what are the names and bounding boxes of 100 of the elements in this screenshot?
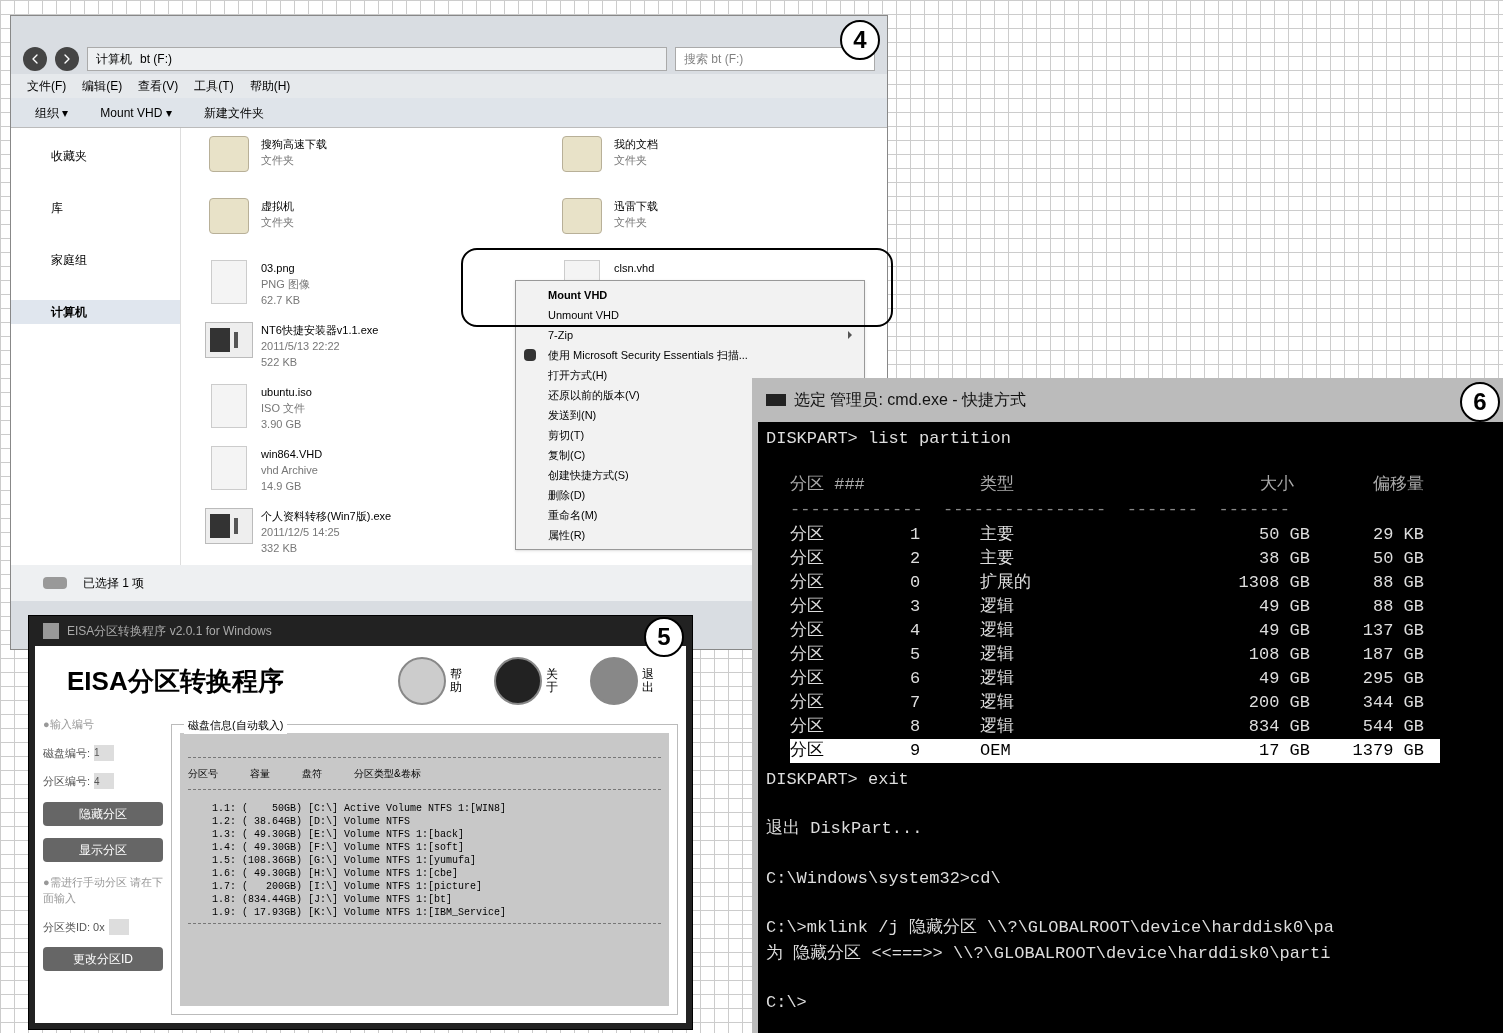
listing-line: 1.3: ( 49.30GB) [E:\] Volume NTFS 1:[back]: [211, 828, 466, 841]
file-detail: 62.7 KB: [261, 293, 302, 308]
file-name[interactable]: win864.VHD: [261, 446, 323, 462]
file-detail: 332 KB: [261, 541, 299, 556]
input-field[interactable]: 4: [94, 773, 115, 790]
search-field[interactable]: 搜索 bt (F:): [675, 47, 875, 71]
listing-line: 1.9: ( 17.93GB) [K:\] Volume NTFS 1:[IBM_Service]: [211, 906, 508, 919]
column-header: 分区 ###: [790, 473, 866, 496]
menu-item[interactable]: 帮助(H): [249, 78, 291, 94]
app-icon: [43, 623, 59, 639]
context-menu-item[interactable]: 7-Zip: [548, 329, 574, 341]
file-name[interactable]: 虚拟机: [261, 198, 294, 214]
field-label: 分区类ID: 0x: [43, 919, 105, 935]
app-heading: EISA分区转换程序: [67, 664, 285, 698]
file-name[interactable]: ubuntu.iso: [261, 384, 312, 400]
toolbar-button[interactable]: Mount VHD ▾: [100, 104, 172, 121]
file-name[interactable]: 个人资料转移(Win7版).exe: [261, 508, 392, 524]
partition-row-text: 分区 8 逻辑 834 GB 544 GB: [790, 715, 1425, 738]
partition-row-text: 分区 2 主要 38 GB 50 GB: [790, 547, 1425, 570]
context-menu-item[interactable]: 还原以前的版本(V): [548, 389, 640, 401]
file-detail: ISO 文件: [261, 401, 306, 416]
action-button[interactable]: 隐藏分区: [43, 801, 163, 826]
window-title: EISA分区转换程序 v2.0.1 for Windows: [67, 623, 272, 639]
console-line: C:\Windows\system32>cd\: [766, 867, 1002, 890]
column-header: 大小: [1259, 473, 1295, 496]
file-name[interactable]: clsn.vhd: [614, 260, 655, 276]
sidebar-item[interactable]: 计算机: [11, 300, 180, 324]
file-name[interactable]: 我的文档: [614, 136, 658, 152]
partition-row-text: 分区 1 主要 50 GB 29 KB: [790, 523, 1425, 546]
drive-icon: [43, 577, 67, 589]
file-detail: 文件夹: [261, 215, 294, 230]
forward-button[interactable]: [55, 47, 79, 71]
submenu-arrow-icon: [848, 331, 852, 339]
context-menu-item[interactable]: 剪切(T): [548, 429, 585, 441]
group-title: 磁盘信息(自动载入): [184, 717, 288, 734]
hint-text: ●需进行手动分区 请在下面输入: [43, 874, 163, 906]
menu-item[interactable]: 编辑(E): [82, 78, 123, 94]
back-button[interactable]: [23, 47, 47, 71]
file-icon: [211, 384, 247, 428]
column-header: 类型: [980, 473, 1015, 496]
file-name[interactable]: NT6快捷安装器v1.1.exe: [261, 322, 379, 338]
action-label[interactable]: 退出: [642, 667, 654, 695]
file-detail: vhd Archive: [261, 463, 319, 478]
sidebar-item[interactable]: 家庭组: [11, 248, 180, 272]
action-label[interactable]: 帮助: [450, 667, 462, 695]
file-detail: 文件夹: [614, 215, 648, 230]
menu-item[interactable]: 工具(T): [194, 78, 234, 94]
file-detail: 2011/12/5 14:25: [261, 525, 341, 540]
sidebar-item[interactable]: 库: [11, 196, 180, 220]
file-detail: 2011/5/13 22:22: [261, 339, 341, 354]
context-menu-item[interactable]: 打开方式(H): [548, 369, 608, 381]
menu-item[interactable]: 文件(F): [27, 78, 67, 94]
file-detail: 522 KB: [261, 355, 299, 370]
separator-line: ------------- ---------------- ------- -------: [789, 499, 1291, 521]
input-field[interactable]: [108, 918, 129, 935]
folder-icon: [562, 136, 602, 172]
toolbar-button[interactable]: 新建文件夹: [203, 104, 264, 121]
listing-line: 1.2: ( 38.64GB) [D:\] Volume NTFS: [211, 815, 412, 828]
context-menu-item[interactable]: 属性(R): [548, 529, 586, 541]
file-name[interactable]: 搜狗高速下载: [261, 136, 327, 152]
console-icon: [766, 394, 786, 406]
action-label[interactable]: 关于: [546, 667, 558, 695]
sidebar-item[interactable]: 收藏夹: [11, 144, 180, 168]
listing-line: 1.6: ( 49.30GB) [H:\] Volume NTFS 1:[cbe]: [211, 867, 460, 880]
breadcrumb[interactable]: 计算机: [96, 51, 132, 67]
folder-icon: [562, 198, 602, 234]
program-icon: [205, 508, 253, 544]
folder-icon: [209, 198, 249, 234]
file-name[interactable]: 03.png: [261, 260, 310, 276]
console-line: C:\>: [766, 992, 808, 1014]
partition-row-text: 分区 7 逻辑 200 GB 344 GB: [790, 691, 1425, 714]
action-button[interactable]: 更改分区ID: [43, 947, 163, 971]
status-text: 已选择 1 项: [83, 575, 145, 591]
action-button[interactable]: 显示分区: [43, 837, 163, 862]
toolbar-button[interactable]: 组织 ▾: [35, 104, 69, 121]
context-menu-item[interactable]: 使用 Microsoft Security Essentials 扫描...: [548, 349, 748, 361]
column-header: 偏移量: [1372, 473, 1425, 496]
partition-row-text: 分区 0 扩展的 1308 GB 88 GB: [790, 571, 1425, 594]
breadcrumb[interactable]: bt (F:): [140, 51, 172, 67]
address-bar[interactable]: 计算机 bt (F:): [87, 47, 667, 71]
console-line: C:\>mklink /j 隐藏分区 \\?\GLOBALROOT\device\harddisk0\pa: [766, 917, 1335, 939]
folder-icon: [209, 136, 249, 172]
context-menu-item[interactable]: Mount VHD: [548, 289, 608, 301]
console-line: 为 隐藏分区 <<===>> \\?\GLOBALROOT\device\harddisk0\parti: [766, 942, 1332, 965]
file-detail: 文件夹: [614, 153, 648, 168]
partition-row: 分区 9 OEM 17 GB 1379 GB: [790, 738, 1440, 763]
context-menu-item[interactable]: Unmount VHD: [548, 309, 619, 321]
input-field[interactable]: 1: [94, 744, 115, 761]
menu-item[interactable]: 查看(V): [138, 78, 179, 94]
context-menu-item[interactable]: 删除(D): [548, 489, 586, 501]
partition-row-text: 分区 5 逻辑 108 GB 187 GB: [790, 643, 1425, 666]
listing-line: 1.8: (834.44GB) [J:\] Volume NTFS 1:[bt]: [211, 893, 454, 906]
file-name[interactable]: 迅雷下载: [614, 198, 658, 214]
context-menu-item[interactable]: 发送到(N): [548, 409, 597, 421]
listing-line: 1.4: ( 49.30GB) [F:\] Volume NTFS 1:[soft]: [211, 841, 466, 854]
file-detail: PNG 图像: [261, 277, 310, 292]
context-menu-item[interactable]: 重命名(M): [548, 509, 598, 521]
field-label: 磁盘编号:: [43, 745, 91, 761]
context-menu-item[interactable]: 复制(C): [548, 449, 586, 461]
context-menu-item[interactable]: 创建快捷方式(S): [548, 469, 629, 481]
